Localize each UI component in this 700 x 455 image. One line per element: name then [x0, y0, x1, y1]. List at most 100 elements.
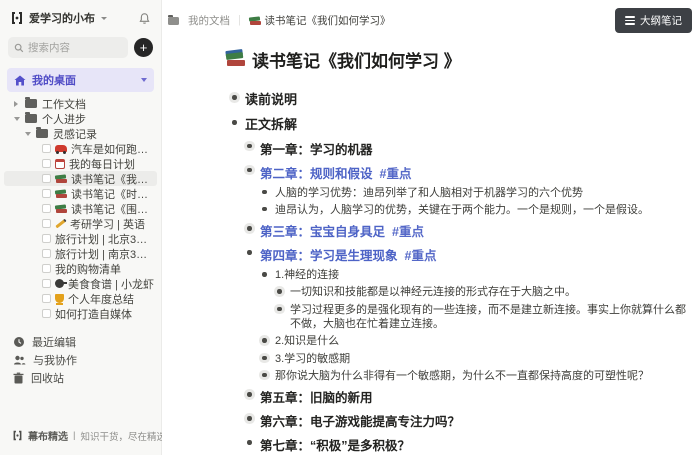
home-icon [14, 75, 26, 86]
outline-node[interactable]: 第六章：电子游戏能提高专注力吗？ [226, 409, 686, 433]
sidebar-item-trash[interactable]: 回收站 [0, 369, 161, 387]
bullet-icon[interactable] [262, 190, 267, 195]
search-input[interactable]: 搜索内容 [8, 37, 128, 58]
bullet-icon[interactable] [277, 289, 282, 294]
search-icon [14, 43, 24, 53]
document-icon [42, 204, 51, 213]
document-icon [42, 219, 51, 228]
document-icon [42, 189, 51, 198]
outline-node[interactable]: 2.知识是什么 [226, 333, 686, 350]
document-icon [42, 264, 51, 273]
sidebar-folder-work-docs[interactable]: 工作文档 [0, 96, 161, 111]
sidebar-doc-nanjing-trip[interactable]: 旅行计划 | 南京3日游 [0, 246, 161, 261]
app-window: 爱学习的小布 搜索内容 + 我的桌面 [0, 0, 700, 455]
chevron-right-icon[interactable] [14, 101, 25, 107]
sidebar-doc-brief-history-of-time[interactable]: 读书笔记《时间简史》 [0, 186, 161, 201]
search-placeholder: 搜索内容 [28, 40, 70, 55]
document-icon [42, 309, 51, 318]
sidebar-doc-self-media[interactable]: 如何打造自媒体 [0, 306, 161, 321]
document-icon [42, 144, 51, 153]
books-icon [249, 16, 261, 26]
outline-node[interactable]: 1.神经的连接 [226, 267, 686, 284]
bullet-icon[interactable] [262, 338, 267, 343]
tag-zhongdian[interactable]: #重点 [405, 245, 437, 264]
sidebar-doc-shopping-list[interactable]: 我的购物清单 [0, 261, 161, 276]
main-content: 我的文档 ｜ 读书笔记《我们如何学习》 大纲笔记 读书笔记《我们如何学习 》 读… [162, 0, 700, 455]
document-icon [42, 174, 51, 183]
collaborators-icon [13, 354, 26, 366]
sidebar-doc-how-cars-run[interactable]: 汽车是如何跑起来的 [0, 141, 161, 156]
trash-icon [13, 372, 24, 384]
outline-node[interactable]: 第一章：学习的机器 [226, 136, 686, 160]
outline-node[interactable]: 第二章：规则和假设 #重点 [226, 160, 686, 184]
outline-node[interactable]: 第四章：学习是生理现象 #重点 [226, 243, 686, 267]
bullet-icon[interactable] [247, 226, 252, 231]
outline-node[interactable]: 那你说大脑为什么非得有一个敏感期，为什么不一直都保持高度的可塑性呢？ [226, 367, 686, 384]
outline-node[interactable]: 正文拆解 [226, 111, 686, 136]
outline-node[interactable]: 第七章：“积极”是多积极？ [226, 433, 686, 455]
document-icon [42, 294, 51, 303]
bullet-icon[interactable] [247, 168, 252, 173]
bell-icon[interactable] [138, 12, 151, 25]
folder-icon [25, 99, 37, 108]
folder-icon [36, 129, 48, 138]
outline-node[interactable]: 读前说明 [226, 86, 686, 111]
sidebar-item-shared-with-me[interactable]: 与我协作 [0, 351, 161, 369]
sidebar-doc-crayfish-recipe[interactable]: 美食食谱 | 小龙虾 [0, 276, 161, 291]
sidebar-doc-beijing-trip[interactable]: 旅行计划 | 北京3日游 [0, 231, 161, 246]
sidebar-item-label: 我的桌面 [32, 72, 76, 88]
car-icon [55, 145, 67, 152]
outline-node[interactable]: 学习过程更多的是强化现有的一些连接，而不是建立新连接。事实上你就算什么都不做，大… [226, 301, 686, 333]
bullet-icon[interactable] [232, 95, 237, 100]
books-icon [55, 204, 67, 214]
document-icon [42, 159, 51, 168]
outline-note-button[interactable]: 大纲笔记 [615, 8, 692, 33]
breadcrumb-current-page[interactable]: 读书笔记《我们如何学习》 [249, 13, 391, 28]
sidebar-doc-postgrad-english[interactable]: 考研学习 | 英语 [0, 216, 161, 231]
outline-list-icon [625, 14, 635, 27]
sidebar-doc-annual-summary[interactable]: 个人年度总结 [0, 291, 161, 306]
outline-node[interactable]: 3.学习的敏感期 [226, 350, 686, 367]
bullet-icon[interactable] [262, 272, 267, 277]
bullet-icon[interactable] [247, 144, 252, 149]
sidebar-doc-daily-plan[interactable]: 我的每日计划 [0, 156, 161, 171]
bullet-icon[interactable] [247, 416, 252, 421]
sidebar-doc-how-we-learn[interactable]: 读书笔记《我们如何学习》 [4, 171, 157, 186]
sidebar-item-my-desktop[interactable]: 我的桌面 [7, 68, 154, 92]
bullet-icon[interactable] [247, 392, 252, 397]
workspace-header[interactable]: 爱学习的小布 [0, 0, 161, 30]
mubu-featured-banner[interactable]: 幕布精选 | 知识干货，尽在精选 [12, 428, 155, 443]
outline-node[interactable]: 第五章：旧脑的新用 [226, 385, 686, 409]
bullet-icon[interactable] [247, 250, 252, 255]
workspace-name[interactable]: 爱学习的小布 [29, 10, 95, 26]
document: 读书笔记《我们如何学习 》 读前说明 正文拆解 第一章：学习的机器 第二章：规则… [162, 33, 700, 455]
bullet-icon[interactable] [262, 207, 267, 212]
mubu-logo-icon [10, 11, 24, 25]
add-page-button[interactable]: + [134, 38, 153, 57]
workspace-caret-icon [101, 17, 107, 20]
tag-zhongdian[interactable]: #重点 [392, 221, 424, 240]
outline-node[interactable]: 一切知识和技能都是以神经元连接的形式存在于大脑之中。 [226, 284, 686, 301]
mubu-featured-logo-icon [12, 430, 23, 441]
document-icon [42, 234, 51, 243]
bullet-icon[interactable] [232, 120, 237, 125]
bullet-icon[interactable] [277, 307, 282, 312]
chevron-down-icon[interactable] [25, 132, 36, 136]
bullet-icon[interactable] [262, 356, 267, 361]
chevron-down-icon[interactable] [141, 78, 147, 82]
outline-node[interactable]: 迪昂认为，人脑学习的优势，关键在于两个能力。一个是规则，一个是假设。 [226, 201, 686, 218]
sidebar-folder-inspiration-notes[interactable]: 灵感记录 [0, 126, 161, 141]
sidebar-doc-fortress-besieged[interactable]: 读书笔记《围城》 [0, 201, 161, 216]
bullet-icon[interactable] [262, 373, 267, 378]
books-icon [55, 174, 67, 184]
outline-node[interactable]: 第三章：宝宝自身具足 #重点 [226, 219, 686, 243]
bullet-icon[interactable] [247, 440, 252, 445]
chevron-down-icon[interactable] [14, 117, 25, 121]
breadcrumb-my-docs[interactable]: 我的文档 [188, 13, 230, 28]
outline-node[interactable]: 人脑的学习优势：迪昂列举了和人脑相对于机器学习的六个优势 [226, 184, 686, 201]
sidebar-folder-personal-progress[interactable]: 个人进步 [0, 111, 161, 126]
books-icon [226, 52, 245, 68]
tag-zhongdian[interactable]: #重点 [380, 163, 412, 182]
sidebar-item-recent-edits[interactable]: 最近编辑 [0, 333, 161, 351]
page-title[interactable]: 读书笔记《我们如何学习 》 [226, 47, 686, 72]
